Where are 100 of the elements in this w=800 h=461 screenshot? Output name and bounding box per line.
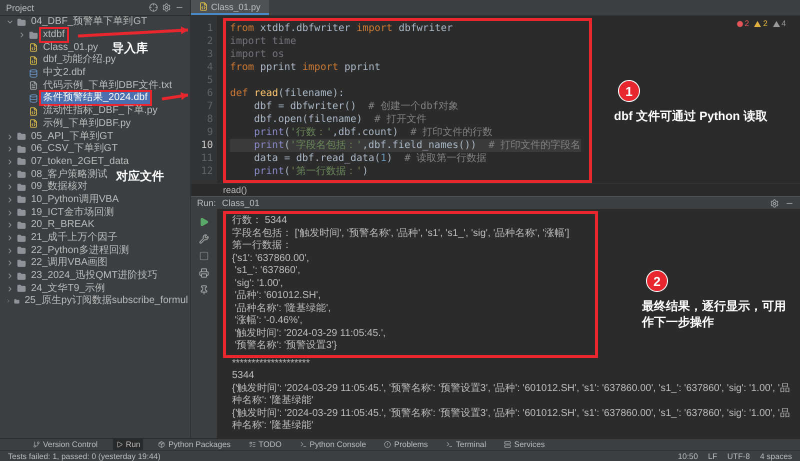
error-count[interactable]: 2: [736, 19, 750, 28]
chevron-right-icon[interactable]: [6, 221, 14, 230]
number-badge: 2: [646, 270, 668, 292]
tree-item[interactable]: 20_R_BREAK: [29, 219, 96, 232]
status-item[interactable]: 4 spaces: [760, 452, 792, 460]
tree-item[interactable]: 08_客户策略测试: [29, 168, 110, 181]
output-line: '预警名称': '预警设置3'}: [234, 340, 338, 352]
output-line: 's1_': '637860',: [234, 265, 302, 278]
tool-window-button[interactable]: TODO: [246, 439, 285, 450]
folder-icon: [14, 296, 20, 306]
folder-icon: [17, 157, 26, 166]
output-line: 字段名包括： ['触发时间', '预警名称', '品种', 's1', 's1_', 'sig', '品种名称', '涨幅']: [232, 228, 570, 240]
python-file-icon: [29, 119, 38, 128]
folder-icon: [17, 258, 26, 268]
project-title[interactable]: Project: [6, 2, 34, 12]
tool-window-button[interactable]: Problems: [381, 439, 431, 450]
tree-item[interactable]: 中文2.dbf: [41, 67, 88, 80]
folder-icon: [17, 195, 26, 204]
chevron-right-icon[interactable]: [6, 246, 14, 255]
stop-icon[interactable]: [199, 251, 209, 261]
annotation-label: 导入库: [112, 40, 148, 56]
output-line: 5344: [231, 370, 256, 382]
code-line: import os: [230, 48, 286, 61]
status-item[interactable]: LF: [708, 452, 718, 460]
chevron-right-icon[interactable]: [6, 234, 14, 242]
settings-icon[interactable]: [162, 3, 171, 12]
tree-item[interactable]: dbf_功能介绍.py: [41, 54, 118, 66]
tree-item[interactable]: 05_API_下单到GT: [29, 130, 116, 143]
chevron-right-icon[interactable]: [6, 297, 11, 306]
folder-icon: [17, 170, 26, 180]
tree-item[interactable]: 22_调用VBA画图: [29, 257, 110, 270]
code-line: from xtdbf.dbfwriter import dbfwriter: [230, 22, 454, 35]
tree-item[interactable]: 09_数据核对: [29, 181, 90, 194]
database-file-icon: [29, 94, 38, 103]
settings-icon[interactable]: [770, 198, 779, 208]
tree-item[interactable]: 19_ICT金市场回测: [29, 206, 116, 219]
chevron-right-icon[interactable]: [6, 272, 14, 280]
tree-item[interactable]: 流动性指标_DBF_下单.py: [41, 105, 160, 118]
output-line: 'sig': '1.00',: [234, 278, 284, 290]
output-line: '触发时间': '2024-03-29 11:05:45.',: [234, 328, 387, 340]
tree-item[interactable]: 06_CSV_下单到GT: [29, 143, 120, 156]
folder-icon: [29, 30, 38, 40]
editor-tab[interactable]: Class_01.py: [191, 0, 269, 15]
warning-count[interactable]: 2: [754, 19, 768, 28]
tool-window-icon: [384, 441, 392, 448]
output-line: 第一行数据：: [232, 240, 293, 252]
tool-window-icon: [116, 441, 123, 448]
wrench-icon[interactable]: [199, 234, 209, 244]
chevron-right-icon[interactable]: [6, 145, 14, 154]
tree-item[interactable]: 代码示例_下单到DBF文件.txt: [41, 80, 174, 92]
tree-item[interactable]: Class_01.py: [41, 42, 100, 54]
tree-item[interactable]: 07_token_2GET_data: [29, 156, 131, 168]
code-line: import time: [230, 35, 298, 48]
tool-window-button[interactable]: Services: [501, 439, 548, 450]
tree-item[interactable]: 04_DBF_预警单下单到GT: [29, 16, 150, 28]
tool-window-icon: [446, 441, 453, 448]
tree-item[interactable]: 10_Python调用VBA: [29, 194, 121, 206]
tool-window-button[interactable]: Terminal: [442, 439, 490, 450]
printer-icon[interactable]: [199, 268, 209, 278]
folder-icon: [17, 246, 26, 256]
line-number: 10: [200, 139, 214, 152]
folder-icon: [17, 208, 26, 218]
chevron-right-icon[interactable]: [18, 31, 26, 40]
chevron-right-icon[interactable]: [6, 132, 14, 141]
chevron-right-icon[interactable]: [6, 208, 14, 217]
tool-window-button[interactable]: Python Packages: [155, 439, 234, 450]
tree-item[interactable]: 24_文华T9_示例: [29, 282, 107, 295]
folder-icon: [17, 284, 26, 294]
run-icon[interactable]: [199, 217, 209, 227]
run-tab[interactable]: Class_01: [222, 198, 260, 208]
tree-item[interactable]: 22_Python多进程回测: [29, 244, 131, 257]
tool-window-button[interactable]: Python Console: [296, 439, 370, 450]
chevron-right-icon[interactable]: [6, 284, 14, 293]
tree-item[interactable]: 25_原生py订阅数据subscribe_formul: [22, 295, 190, 308]
chevron-right-icon[interactable]: [6, 170, 14, 179]
tree-item[interactable]: 条件预警结果_2024.dbf: [41, 92, 150, 104]
chevron-right-icon[interactable]: [6, 158, 14, 166]
folder-icon: [17, 220, 26, 230]
pin-icon[interactable]: [199, 285, 209, 295]
crosshair-icon[interactable]: [149, 3, 158, 12]
code-line: data = dbf.read_data(1) # 读取第一行数据: [253, 152, 488, 165]
breadcrumb[interactable]: read(): [223, 185, 248, 195]
folder-icon: [17, 182, 26, 192]
tool-window-button[interactable]: Version Control: [30, 439, 101, 450]
tree-item[interactable]: 示例_下单到DBF.py: [41, 118, 133, 130]
code-line: def read(filename):: [230, 87, 346, 100]
code-line: dbf = dbfwriter() # 创建一个dbf对象: [253, 100, 460, 113]
tree-item[interactable]: 23_2024_迅投QMT进阶技巧: [29, 270, 160, 282]
chevron-right-icon[interactable]: [6, 183, 14, 192]
tool-window-icon: [248, 441, 256, 448]
status-item[interactable]: UTF-8: [727, 452, 750, 460]
output-line: {'s1': '637860.00',: [232, 252, 310, 265]
tree-item[interactable]: 21_成千上万个因子: [29, 232, 120, 244]
status-item[interactable]: 10:50: [678, 452, 698, 460]
chevron-right-icon[interactable]: [6, 196, 14, 204]
chevron-right-icon[interactable]: [6, 259, 14, 268]
tree-item[interactable]: xtdbf: [41, 29, 67, 42]
weak-warning-count[interactable]: 4: [772, 19, 786, 28]
callout-text: 最终结果，逐行显示，可用作下一步操作: [642, 298, 787, 330]
tool-window-button[interactable]: Run: [112, 439, 144, 450]
